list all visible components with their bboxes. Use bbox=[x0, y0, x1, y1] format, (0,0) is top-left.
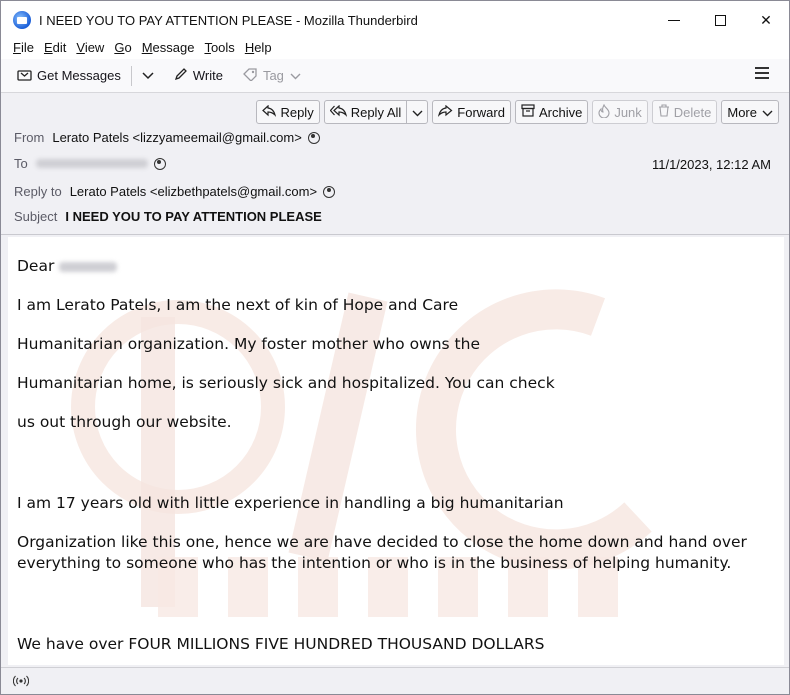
reply-label: Reply bbox=[280, 104, 314, 120]
body-paragraph: I am 17 years old with little experience… bbox=[17, 494, 564, 512]
menu-view[interactable]: View bbox=[76, 39, 104, 59]
chevron-down-icon bbox=[142, 68, 154, 83]
write-button[interactable]: Write bbox=[168, 63, 229, 89]
reply-all-dropdown[interactable] bbox=[407, 105, 427, 120]
inbox-download-icon bbox=[17, 68, 32, 84]
close-button[interactable]: ✕ bbox=[743, 1, 789, 39]
title-bar[interactable]: I NEED YOU TO PAY ATTENTION PLEASE - Moz… bbox=[1, 1, 789, 39]
from-row: From Lerato Patels <lizzyameemail@gmail.… bbox=[14, 130, 320, 145]
menu-file[interactable]: File bbox=[13, 39, 34, 59]
get-messages-dropdown[interactable] bbox=[136, 63, 160, 89]
thunderbird-logo-icon bbox=[13, 11, 31, 29]
menu-view-rest: iew bbox=[84, 40, 105, 55]
message-header: Reply Reply All Forward Archive Junk Del… bbox=[1, 93, 789, 235]
contact-icon[interactable] bbox=[153, 157, 166, 170]
fire-icon bbox=[598, 103, 610, 121]
archive-button[interactable]: Archive bbox=[514, 100, 589, 124]
trash-icon bbox=[658, 104, 670, 120]
more-button[interactable]: More bbox=[721, 100, 779, 124]
forward-button[interactable]: Forward bbox=[432, 100, 511, 124]
minimize-icon bbox=[668, 19, 680, 21]
archive-label: Archive bbox=[538, 104, 583, 120]
reply-button[interactable]: Reply bbox=[256, 100, 320, 124]
forward-icon bbox=[438, 104, 453, 120]
chevron-down-icon bbox=[762, 105, 773, 120]
tag-icon bbox=[243, 67, 258, 84]
write-label: Write bbox=[192, 68, 223, 83]
toolbar-separator bbox=[130, 65, 132, 86]
reply-to-label: Reply to bbox=[14, 184, 62, 199]
thunderbird-window: I NEED YOU TO PAY ATTENTION PLEASE - Moz… bbox=[0, 0, 790, 695]
archive-icon bbox=[521, 104, 535, 120]
from-label: From bbox=[14, 130, 45, 145]
status-bar bbox=[1, 667, 789, 694]
from-address[interactable]: Lerato Patels <lizzyameemail@gmail.com> bbox=[52, 130, 301, 145]
more-label: More bbox=[727, 104, 757, 120]
to-label: To bbox=[14, 156, 28, 171]
delete-label: Delete bbox=[673, 104, 712, 120]
body-paragraph: Humanitarian organization. My foster mot… bbox=[17, 335, 480, 353]
subject-row: Subject I NEED YOU TO PAY ATTENTION PLEA… bbox=[14, 209, 322, 224]
body-paragraph: I am Lerato Patels, I am the next of kin… bbox=[17, 296, 459, 314]
message-date: 11/1/2023, 12:12 AM bbox=[651, 157, 771, 172]
junk-button[interactable]: Junk bbox=[592, 100, 648, 124]
maximize-button[interactable] bbox=[697, 1, 743, 39]
to-row: To bbox=[14, 156, 166, 171]
message-body[interactable]: Dear I am Lerato Patels, I am the next o… bbox=[8, 237, 784, 665]
tag-label: Tag bbox=[262, 68, 284, 83]
body-paragraph: us out through our website. bbox=[17, 413, 232, 431]
chevron-down-icon bbox=[412, 105, 423, 120]
forward-label: Forward bbox=[457, 104, 505, 120]
get-messages-label: Get Messages bbox=[37, 68, 121, 83]
contact-icon[interactable] bbox=[307, 131, 320, 144]
reply-icon bbox=[262, 104, 277, 120]
body-paragraph: Humanitarian home, is seriously sick and… bbox=[17, 374, 555, 392]
watermark bbox=[71, 289, 652, 617]
menu-edit[interactable]: Edit bbox=[44, 39, 66, 59]
reply-to-address[interactable]: Lerato Patels <elizbethpatels@gmail.com> bbox=[70, 184, 317, 199]
menu-go[interactable]: Go bbox=[114, 39, 131, 59]
chevron-down-icon bbox=[290, 68, 301, 83]
window-title: I NEED YOU TO PAY ATTENTION PLEASE - Moz… bbox=[39, 12, 418, 28]
menu-tools[interactable]: Tools bbox=[204, 39, 234, 59]
activity-icon[interactable] bbox=[12, 674, 30, 688]
reply-all-label: Reply All bbox=[350, 104, 402, 120]
menu-help-rest: elp bbox=[254, 40, 272, 55]
contact-icon[interactable] bbox=[323, 185, 336, 198]
menu-help[interactable]: Help bbox=[245, 39, 272, 59]
message-actions: Reply Reply All Forward Archive Junk Del… bbox=[252, 100, 779, 124]
main-toolbar: Get Messages Write Tag bbox=[1, 59, 789, 93]
menu-message-rest: essage bbox=[152, 40, 195, 55]
app-menu-icon[interactable] bbox=[755, 67, 769, 82]
body-paragraph: We have over FOUR MILLIONS FIVE HUNDRED … bbox=[17, 635, 545, 653]
reply-to-row: Reply to Lerato Patels <elizbethpatels@g… bbox=[14, 184, 336, 199]
tag-button[interactable]: Tag bbox=[237, 63, 307, 89]
menu-go-rest: o bbox=[124, 40, 132, 55]
window-controls: ✕ bbox=[651, 1, 789, 39]
junk-label: Junk bbox=[614, 104, 642, 120]
menu-edit-rest: dit bbox=[52, 40, 67, 55]
body-paragraph: Organization like this one, hence we are… bbox=[17, 533, 747, 572]
minimize-button[interactable] bbox=[651, 1, 697, 39]
menu-tools-rest: ools bbox=[210, 40, 235, 55]
subject-label: Subject bbox=[14, 209, 58, 224]
close-icon: ✕ bbox=[760, 11, 772, 28]
maximize-icon bbox=[714, 14, 726, 26]
reply-all-icon bbox=[329, 104, 347, 120]
redacted-recipient bbox=[35, 159, 148, 168]
get-messages-button[interactable]: Get Messages bbox=[11, 63, 127, 89]
pencil-icon bbox=[174, 67, 188, 84]
greeting: Dear bbox=[17, 257, 55, 275]
menu-bar: File Edit View Go Message Tools Help bbox=[1, 39, 789, 59]
menu-message[interactable]: Message bbox=[142, 39, 195, 59]
delete-button[interactable]: Delete bbox=[651, 100, 718, 124]
redacted-name bbox=[59, 261, 118, 272]
reply-all-button[interactable]: Reply All bbox=[323, 100, 429, 124]
menu-file-rest: ile bbox=[20, 40, 34, 55]
greeting-line: Dear bbox=[17, 256, 118, 277]
subject-value: I NEED YOU TO PAY ATTENTION PLEASE bbox=[65, 209, 322, 224]
